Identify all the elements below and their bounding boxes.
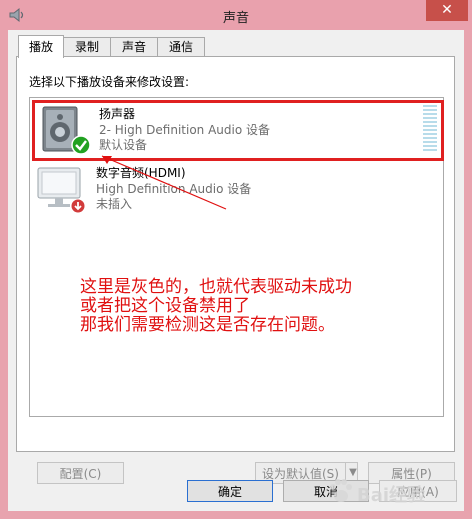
red-annotation: 这里是灰色的，也就代表驱动未成功 或者把这个设备禁用了 那我们需要检测这是否存在… bbox=[80, 278, 352, 335]
tab-communications[interactable]: 通信 bbox=[157, 37, 205, 57]
panel-instruction: 选择以下播放设备来修改设置: bbox=[29, 75, 190, 89]
tab-sounds[interactable]: 声音 bbox=[110, 37, 158, 57]
device-name: 扬声器 bbox=[99, 107, 136, 121]
tab-recording[interactable]: 录制 bbox=[63, 37, 111, 57]
watermark: Bai经验 bbox=[323, 473, 463, 511]
configure-button[interactable]: 配置(C) bbox=[37, 462, 124, 484]
watermark-text: Bai经验 bbox=[357, 485, 426, 506]
tab-playback[interactable]: 播放 bbox=[18, 35, 64, 58]
device-status: 未插入 bbox=[96, 197, 133, 211]
device-item-hdmi[interactable]: 数字音频(HDMI) High Definition Audio 设备 未插入 bbox=[32, 162, 438, 217]
close-button[interactable]: ✕ bbox=[426, 0, 468, 21]
device-list[interactable]: 扬声器 2- High Definition Audio 设备 默认设备 数字音… bbox=[29, 97, 444, 417]
ok-button[interactable]: 确定 bbox=[187, 480, 273, 502]
dialog-client-area: 播放 录制 声音 通信 选择以下播放设备来修改设置: 扬声器 2- High D… bbox=[8, 30, 464, 511]
annotation-line: 那我们需要检测这是否存在问题。 bbox=[80, 315, 335, 335]
annotation-line: 这里是灰色的，也就代表驱动未成功 bbox=[80, 277, 352, 297]
title-bar: 声音 ✕ bbox=[0, 0, 472, 30]
check-icon bbox=[71, 135, 91, 155]
device-name: 数字音频(HDMI) bbox=[96, 166, 186, 180]
window-title: 声音 bbox=[222, 11, 249, 26]
level-meter bbox=[423, 105, 437, 151]
annotation-line: 或者把这个设备禁用了 bbox=[80, 296, 250, 316]
device-item-speakers[interactable]: 扬声器 2- High Definition Audio 设备 默认设备 bbox=[32, 100, 444, 161]
device-status: 默认设备 bbox=[99, 138, 148, 152]
paw-logo-icon bbox=[330, 479, 352, 502]
unplugged-icon bbox=[70, 198, 86, 214]
playback-panel: 选择以下播放设备来修改设置: 扬声器 2- High Definition Au… bbox=[16, 56, 455, 484]
